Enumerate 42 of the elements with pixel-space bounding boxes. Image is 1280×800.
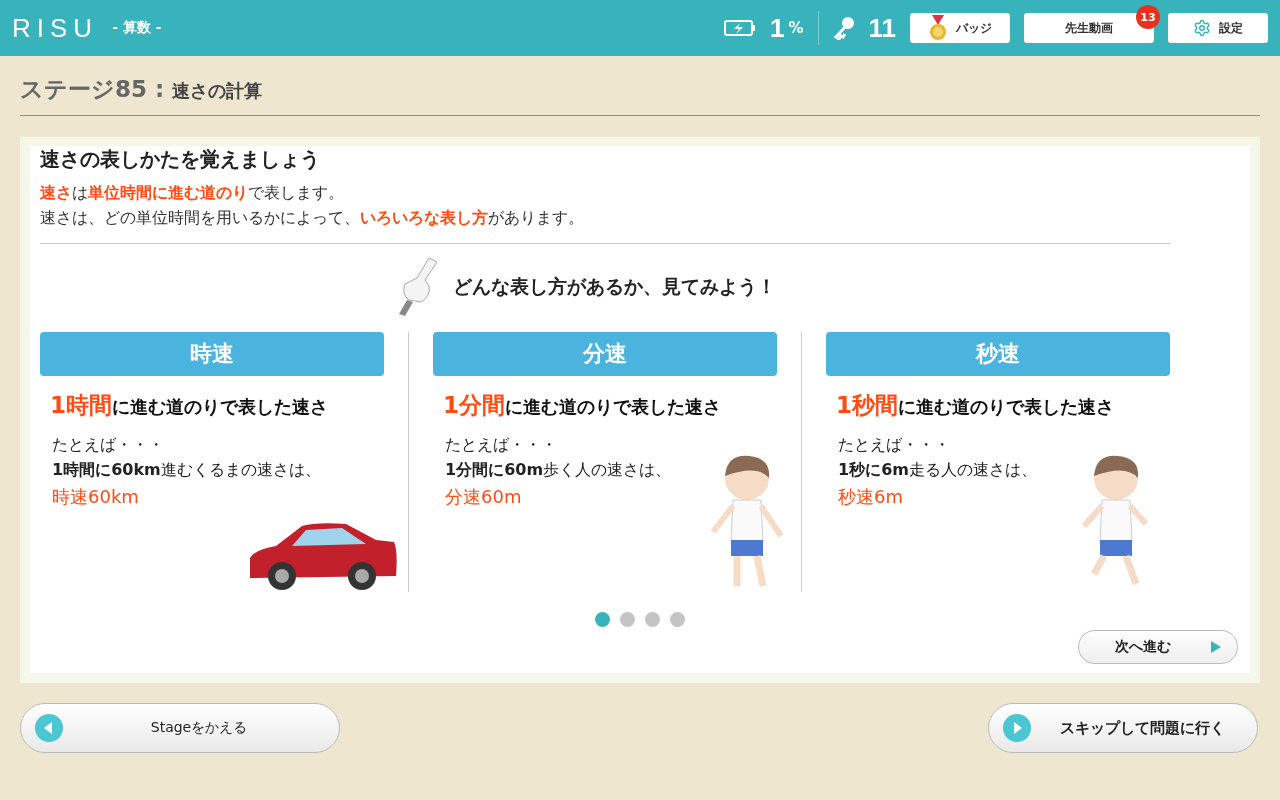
lesson-text: 速さは単位時間に進む道のりで表します。: [40, 183, 345, 204]
speed-type-header: 時速: [40, 332, 384, 376]
key-count: 11: [868, 12, 896, 44]
medal-icon: [928, 15, 948, 41]
prompt-text: どんな表し方があるか、見てみよう！: [452, 274, 776, 299]
stage-title: 速さの計算: [172, 79, 263, 103]
example-text: 1秒に6m走る人の速さは、: [838, 460, 1038, 481]
example-text: 1時間に60km進むくるまの速さは、: [52, 460, 322, 481]
skip-button[interactable]: スキップして問題に行く: [988, 703, 1258, 753]
definition-text: 1分間に進む道のりで表した速さ: [443, 391, 722, 420]
example-answer: 時速60km: [52, 485, 140, 509]
example-answer: 秒速6m: [838, 485, 904, 509]
play-icon: [1211, 641, 1221, 653]
example-intro: たとえば・・・: [838, 435, 951, 456]
example-intro: たとえば・・・: [445, 435, 558, 456]
battery-icon: [724, 20, 756, 36]
speed-type-header: 分速: [433, 332, 777, 376]
lesson-heading: 速さの表しかたを覚えましょう: [40, 146, 321, 173]
definition-text: 1秒間に進む道のりで表した速さ: [836, 391, 1115, 420]
key-icon: [832, 16, 855, 40]
subject-label: - 算数 -: [112, 19, 162, 37]
page-dot[interactable]: [620, 612, 635, 627]
logo: RISU: [12, 12, 99, 44]
page-dot[interactable]: [670, 612, 685, 627]
stage-number: ステージ85 :: [20, 75, 165, 104]
next-button[interactable]: 次へ進む: [1078, 630, 1238, 664]
badge-button[interactable]: バッジ: [910, 13, 1010, 43]
settings-icon: [1193, 19, 1211, 37]
page-dot[interactable]: [645, 612, 660, 627]
speed-type-header: 秒速: [826, 332, 1170, 376]
notification-count: 13: [1136, 5, 1160, 29]
percent-sign: %: [788, 19, 804, 37]
page-dot[interactable]: [595, 612, 610, 627]
battery-percent: 1: [770, 12, 785, 44]
play-icon: [1003, 714, 1031, 742]
example-answer: 分速60m: [445, 485, 523, 509]
example-intro: たとえば・・・: [52, 435, 165, 456]
definition-text: 1時間に進む道のりで表した速さ: [50, 391, 329, 420]
lesson-text: 速さは、どの単位時間を用いるかによって、いろいろな表し方があります。: [40, 208, 585, 229]
example-text: 1分間に60m歩く人の速さは、: [445, 460, 673, 481]
settings-button[interactable]: 設定: [1168, 13, 1268, 43]
change-stage-button[interactable]: Stageをかえる: [20, 703, 340, 753]
